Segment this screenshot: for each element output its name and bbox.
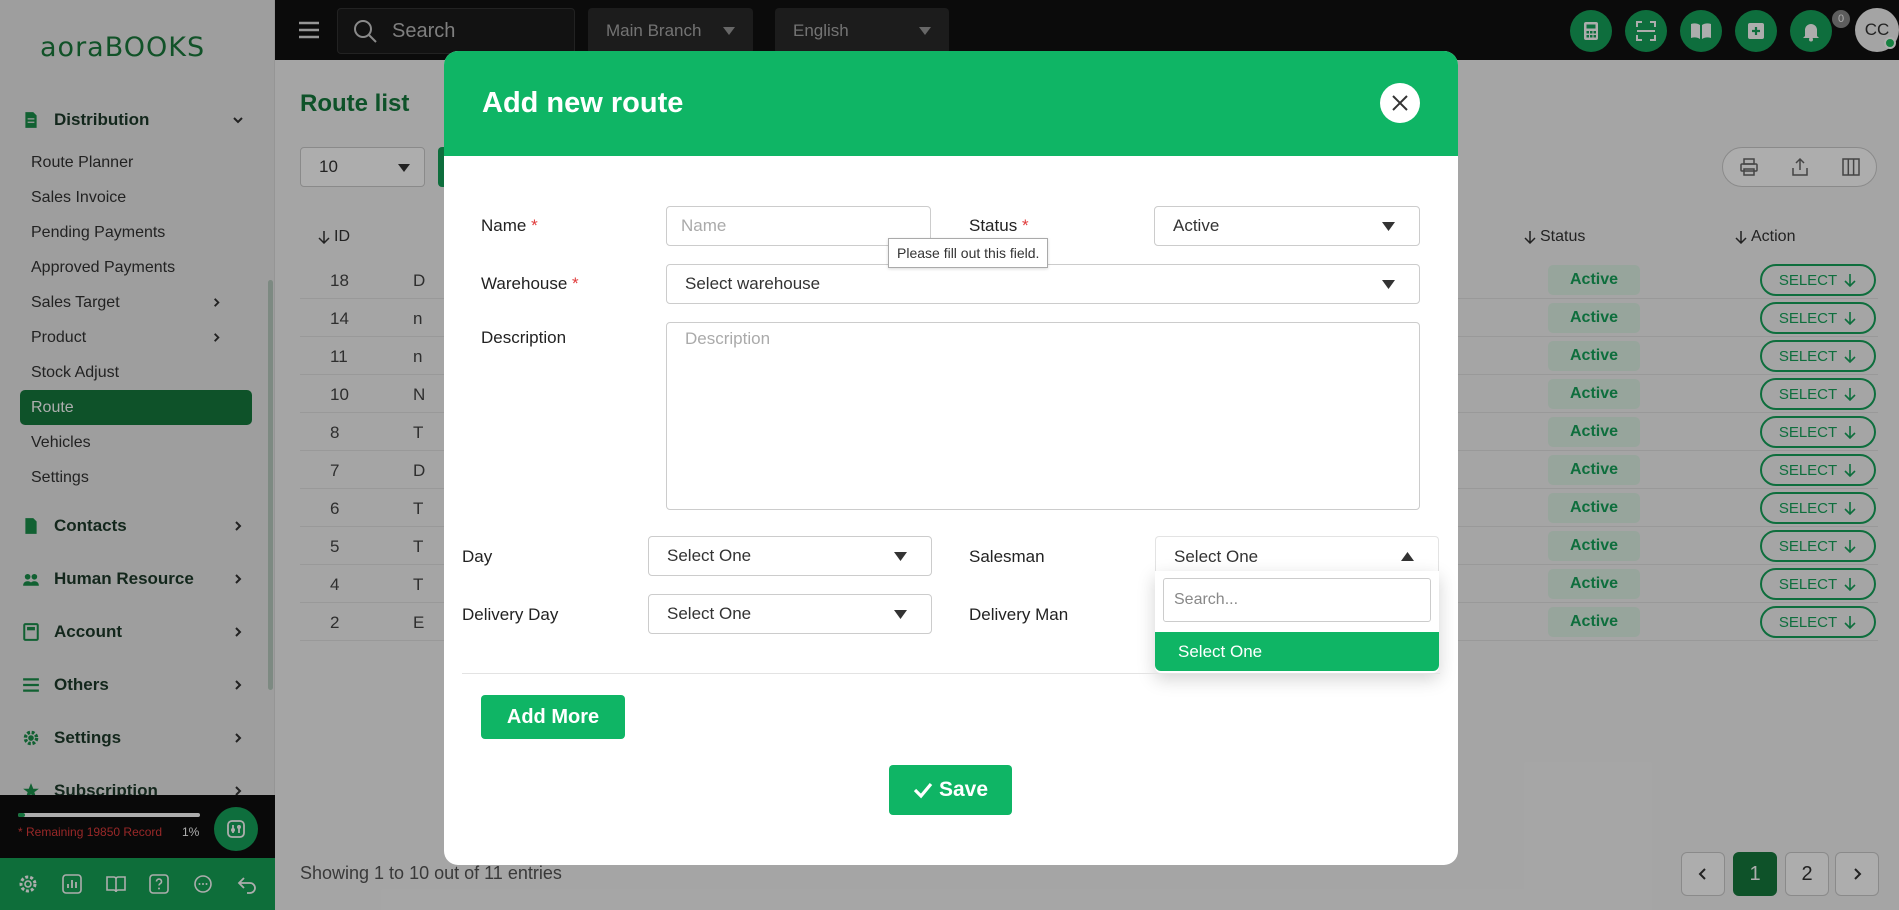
delivery-day-label: Delivery Day: [462, 605, 559, 624]
day-select-value: Select One: [667, 546, 752, 565]
description-label: Description: [481, 328, 567, 347]
delivery-day-select-value: Select One: [667, 604, 752, 623]
warehouse-select-value: Select warehouse: [685, 274, 821, 293]
caret-down-icon: [1382, 280, 1395, 289]
save-button[interactable]: Save: [889, 765, 1012, 815]
caret-up-icon: [1401, 552, 1414, 561]
modal-header: Add new route: [444, 51, 1458, 156]
salesman-select[interactable]: Select One: [1155, 536, 1439, 576]
delivery-day-select[interactable]: Select One: [648, 594, 932, 634]
warehouse-select[interactable]: Select warehouse: [666, 264, 1420, 304]
close-button[interactable]: [1380, 83, 1420, 123]
caret-down-icon: [894, 610, 907, 619]
description-textarea[interactable]: [666, 322, 1420, 510]
required-mark: *: [572, 274, 579, 293]
status-label: Status *: [969, 216, 1029, 236]
required-mark: *: [1021, 216, 1029, 235]
check-icon: [913, 782, 933, 799]
name-label: Name *: [481, 216, 538, 236]
name-label-text: Name: [481, 216, 527, 235]
modal-divider: [462, 673, 1440, 674]
caret-down-icon: [894, 552, 907, 561]
dropdown-search-input[interactable]: [1163, 578, 1431, 622]
add-more-button[interactable]: Add More: [481, 695, 625, 739]
warehouse-label: Warehouse *: [481, 274, 579, 294]
dropdown-option[interactable]: Select One: [1155, 632, 1439, 671]
warehouse-label-text: Warehouse: [481, 274, 568, 293]
add-route-modal: Add new route Name * Status * Active War…: [444, 51, 1458, 865]
caret-down-icon: [1382, 222, 1395, 231]
modal-title: Add new route: [482, 87, 684, 119]
status-select-value: Active: [1173, 216, 1220, 235]
close-icon: [1392, 95, 1408, 111]
salesman-label: Salesman: [969, 547, 1045, 566]
day-select[interactable]: Select One: [648, 536, 932, 576]
delivery-man-label: Delivery Man: [969, 605, 1069, 624]
validation-tooltip: Please fill out this field.: [888, 238, 1049, 268]
save-button-label: Save: [938, 778, 989, 801]
day-label: Day: [462, 547, 493, 566]
required-mark: *: [531, 216, 538, 235]
status-select[interactable]: Active: [1154, 206, 1420, 246]
salesman-select-value: Select One: [1174, 546, 1259, 566]
salesman-dropdown-menu: Select One: [1155, 571, 1439, 673]
status-label-text: Status: [969, 216, 1018, 235]
